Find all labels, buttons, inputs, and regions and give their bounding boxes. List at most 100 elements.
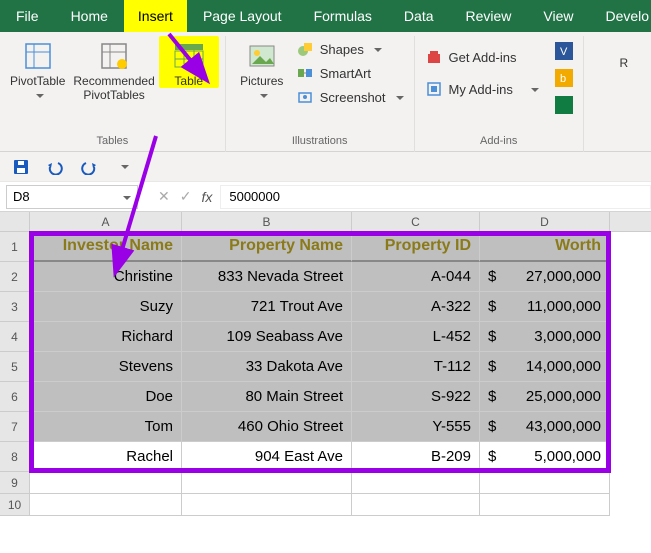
cell[interactable]	[352, 494, 480, 516]
cell[interactable]	[30, 494, 182, 516]
row-header[interactable]: 10	[0, 494, 30, 516]
group-addins: Get Add-ins My Add-ins V b Add-ins	[415, 36, 584, 152]
cell[interactable]: Rachel	[30, 442, 182, 472]
tab-formulas[interactable]: Formulas	[298, 0, 388, 32]
cell[interactable]: $27,000,000	[480, 262, 610, 292]
cell[interactable]	[30, 472, 182, 494]
pictures-label: Pictures	[240, 74, 283, 88]
table-row: 7Tom460 Ohio StreetY-555$43,000,000	[0, 412, 651, 442]
quick-access-toolbar	[0, 152, 651, 182]
get-addins-button[interactable]: Get Add-ins	[421, 46, 543, 68]
cell[interactable]: 460 Ohio Street	[182, 412, 352, 442]
cell[interactable]: Doe	[30, 382, 182, 412]
pivottable-icon	[22, 40, 54, 72]
col-header-c[interactable]: C	[352, 212, 480, 231]
cell[interactable]: 904 East Ave	[182, 442, 352, 472]
cell[interactable]: Christine	[30, 262, 182, 292]
cell[interactable]: Stevens	[30, 352, 182, 382]
my-addins-button[interactable]: My Add-ins	[421, 78, 543, 100]
cell[interactable]: 833 Nevada Street	[182, 262, 352, 292]
people-icon[interactable]	[555, 96, 573, 117]
cell[interactable]: 80 Main Street	[182, 382, 352, 412]
cell[interactable]: Tom	[30, 412, 182, 442]
redo-icon	[80, 159, 98, 175]
cell[interactable]: $3,000,000	[480, 322, 610, 352]
recommended-charts-button[interactable]: R	[594, 36, 651, 70]
row-header[interactable]: 9	[0, 472, 30, 494]
col-header-a[interactable]: A	[30, 212, 182, 231]
smartart-button[interactable]: SmartArt	[292, 62, 408, 84]
cell[interactable]: L-452	[352, 322, 480, 352]
cell[interactable]: A-322	[352, 292, 480, 322]
cell[interactable]: $11,000,000	[480, 292, 610, 322]
cell[interactable]: Worth	[480, 232, 610, 262]
tab-view[interactable]: View	[527, 0, 589, 32]
visio-icon[interactable]: V	[555, 42, 573, 63]
cell[interactable]	[352, 472, 480, 494]
store-icon	[425, 48, 443, 66]
tab-home[interactable]: Home	[55, 0, 124, 32]
tab-insert[interactable]: Insert	[124, 0, 187, 32]
bing-icon[interactable]: b	[555, 69, 573, 90]
row-header[interactable]: 2	[0, 262, 30, 292]
save-button[interactable]	[10, 156, 32, 178]
cell[interactable]: $14,000,000	[480, 352, 610, 382]
cell[interactable]: Richard	[30, 322, 182, 352]
cell[interactable]: Investor Name	[30, 232, 182, 262]
cell[interactable]: A-044	[352, 262, 480, 292]
spreadsheet-grid[interactable]: A B C D 1 Investor Name Property Name Pr…	[0, 212, 651, 516]
cell[interactable]: B-209	[352, 442, 480, 472]
table-label: Table	[174, 74, 203, 88]
cell[interactable]: $5,000,000	[480, 442, 610, 472]
pivottable-button[interactable]: PivotTable	[6, 36, 69, 102]
pictures-icon	[246, 40, 278, 72]
cell[interactable]: Property ID	[352, 232, 480, 262]
row-header[interactable]: 7	[0, 412, 30, 442]
cell[interactable]	[182, 472, 352, 494]
cell[interactable]: Y-555	[352, 412, 480, 442]
cell[interactable]	[480, 494, 610, 516]
name-box[interactable]: D8	[6, 185, 138, 209]
cell[interactable]	[182, 494, 352, 516]
row-header[interactable]: 5	[0, 352, 30, 382]
formula-input[interactable]: 5000000	[220, 185, 651, 209]
cell[interactable]: 721 Trout Ave	[182, 292, 352, 322]
cell[interactable]: T-112	[352, 352, 480, 382]
cell[interactable]: Suzy	[30, 292, 182, 322]
fx-icon[interactable]: fx	[201, 189, 212, 205]
screenshot-button[interactable]: Screenshot	[292, 86, 408, 108]
cell[interactable]: Property Name	[182, 232, 352, 262]
qat-customize-button[interactable]	[112, 156, 134, 178]
cell[interactable]: $25,000,000	[480, 382, 610, 412]
pictures-button[interactable]: Pictures	[232, 36, 292, 102]
row-header[interactable]: 6	[0, 382, 30, 412]
table-row: 8Rachel904 East AveB-209$5,000,000	[0, 442, 651, 472]
select-all-corner[interactable]	[0, 212, 30, 231]
cell[interactable]: $43,000,000	[480, 412, 610, 442]
tab-developer[interactable]: Develo	[590, 0, 650, 32]
shapes-button[interactable]: Shapes	[292, 38, 408, 60]
tab-file[interactable]: File	[0, 0, 55, 32]
tab-review[interactable]: Review	[450, 0, 528, 32]
row-header[interactable]: 1	[0, 232, 30, 262]
cell[interactable]: 109 Seabass Ave	[182, 322, 352, 352]
tab-page-layout[interactable]: Page Layout	[187, 0, 298, 32]
cancel-icon[interactable]: ✕	[158, 188, 170, 205]
enter-icon[interactable]: ✓	[180, 188, 192, 205]
table-button[interactable]: Table	[159, 36, 219, 88]
my-addins-label: My Add-ins	[449, 82, 513, 97]
redo-button[interactable]	[78, 156, 100, 178]
row-header[interactable]: 4	[0, 322, 30, 352]
cell[interactable]	[480, 472, 610, 494]
row-header[interactable]: 8	[0, 442, 30, 472]
svg-text:b: b	[560, 73, 566, 85]
recommended-pivottables-button[interactable]: Recommended PivotTables	[69, 36, 158, 102]
row-header[interactable]: 3	[0, 292, 30, 322]
col-header-b[interactable]: B	[182, 212, 352, 231]
col-header-d[interactable]: D	[480, 212, 610, 231]
cell[interactable]: 33 Dakota Ave	[182, 352, 352, 382]
undo-button[interactable]	[44, 156, 66, 178]
group-addins-label: Add-ins	[480, 134, 517, 152]
cell[interactable]: S-922	[352, 382, 480, 412]
tab-data[interactable]: Data	[388, 0, 450, 32]
